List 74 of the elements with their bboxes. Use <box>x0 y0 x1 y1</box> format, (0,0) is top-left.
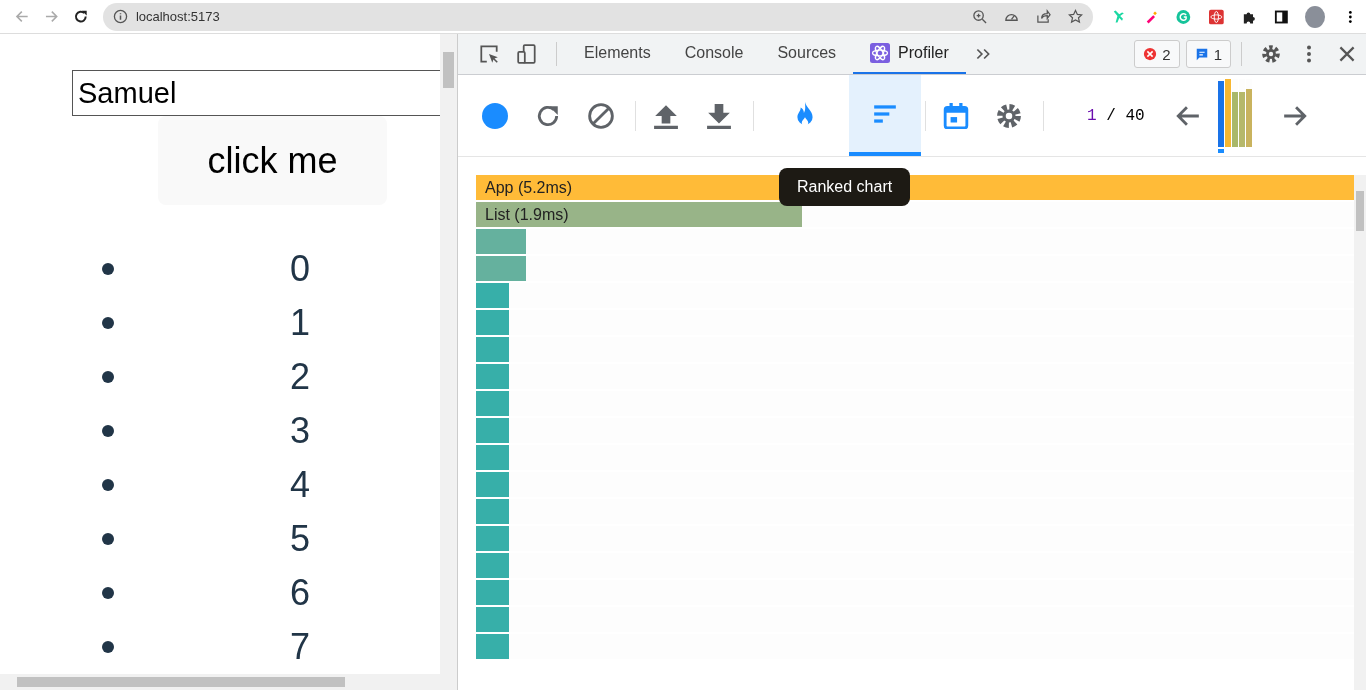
bullet-icon <box>102 479 114 491</box>
zoom-icon[interactable] <box>971 9 987 24</box>
bullet-icon <box>102 587 114 599</box>
list-item: 0 <box>290 248 311 290</box>
ranked-bar[interactable] <box>476 364 510 389</box>
errors-counter[interactable]: 2 <box>1134 40 1180 68</box>
list-item: 4 <box>290 464 311 506</box>
record-icon[interactable] <box>482 102 508 129</box>
bullet-icon <box>102 263 114 275</box>
tooltip: Ranked chart <box>779 168 911 206</box>
device-icon[interactable] <box>516 43 538 65</box>
ranked-bar[interactable] <box>476 445 510 470</box>
commit-bar-chart[interactable] <box>1217 78 1252 153</box>
clear-icon[interactable] <box>588 102 614 129</box>
click-me-button[interactable]: click me <box>158 116 387 205</box>
download-icon[interactable] <box>706 102 732 129</box>
bullet-icon <box>102 371 114 383</box>
list-item: 3 <box>290 410 311 452</box>
devtools-tab[interactable]: Sources <box>760 34 854 74</box>
list-item: 6 <box>290 572 311 614</box>
ranked-bar[interactable] <box>476 472 510 497</box>
settings-icon[interactable] <box>996 102 1022 129</box>
ranked-bar[interactable] <box>476 607 510 632</box>
ranked-bar[interactable] <box>476 634 510 659</box>
inspect-icon[interactable] <box>478 43 500 65</box>
bullet-icon <box>102 317 114 329</box>
forward-arrow-icon[interactable] <box>43 8 60 25</box>
ranked-bar[interactable] <box>476 310 510 335</box>
horizontal-scrollbar[interactable] <box>0 674 457 690</box>
list-item: 7 <box>290 626 311 668</box>
list-item: 1 <box>290 302 311 344</box>
commit-bar[interactable] <box>1217 80 1224 147</box>
ranked-bar[interactable] <box>476 499 510 524</box>
messages-counter[interactable]: 1 <box>1185 40 1231 68</box>
back-arrow-icon[interactable] <box>14 8 30 25</box>
reload-icon[interactable] <box>73 8 89 25</box>
atom-extension-icon[interactable] <box>1209 8 1224 25</box>
ranked-chart-button[interactable] <box>849 75 921 156</box>
ranked-bar[interactable] <box>476 526 510 551</box>
ranked-bar[interactable] <box>476 418 510 443</box>
info-icon[interactable] <box>112 9 128 24</box>
ranked-bar[interactable]: List (1.9ms) <box>476 202 802 227</box>
avatar[interactable] <box>1305 5 1326 28</box>
name-input[interactable]: Samuel <box>72 70 440 116</box>
commit-counter: 1 / 40 <box>1087 106 1145 125</box>
star-icon[interactable] <box>1067 9 1083 24</box>
devtools-tab[interactable]: Profiler <box>853 34 966 74</box>
address-bar[interactable]: localhost:5173 <box>102 2 1093 31</box>
ranked-bar[interactable] <box>476 337 510 362</box>
vertical-scrollbar[interactable] <box>1354 175 1366 690</box>
devtools-tab[interactable]: Console <box>667 34 761 74</box>
settings-icon[interactable] <box>1260 43 1282 65</box>
error-icon <box>1143 47 1158 61</box>
ranked-bar[interactable] <box>476 580 510 605</box>
share-icon[interactable] <box>1035 9 1051 24</box>
commit-bar[interactable] <box>1238 92 1245 147</box>
bullet-icon <box>102 641 114 653</box>
ranked-bar[interactable] <box>476 553 510 578</box>
g-extension-icon[interactable] <box>1176 8 1191 25</box>
devtools-tab[interactable]: Elements <box>567 34 668 74</box>
list-item: 5 <box>290 518 311 560</box>
message-icon <box>1194 47 1209 61</box>
list-item: 2 <box>290 356 311 398</box>
bullet-icon <box>102 533 114 545</box>
side-panel-icon[interactable] <box>1274 8 1290 25</box>
react-icon <box>870 43 891 63</box>
url-text: localhost:5173 <box>135 9 220 24</box>
calendar-icon[interactable] <box>943 102 969 129</box>
ranked-bar[interactable] <box>476 283 510 308</box>
commit-bar[interactable] <box>1245 88 1252 147</box>
vertical-scrollbar[interactable] <box>440 34 457 674</box>
ranked-bar[interactable] <box>476 391 510 416</box>
commit-bar[interactable] <box>1231 92 1238 147</box>
bullet-icon <box>102 425 114 437</box>
